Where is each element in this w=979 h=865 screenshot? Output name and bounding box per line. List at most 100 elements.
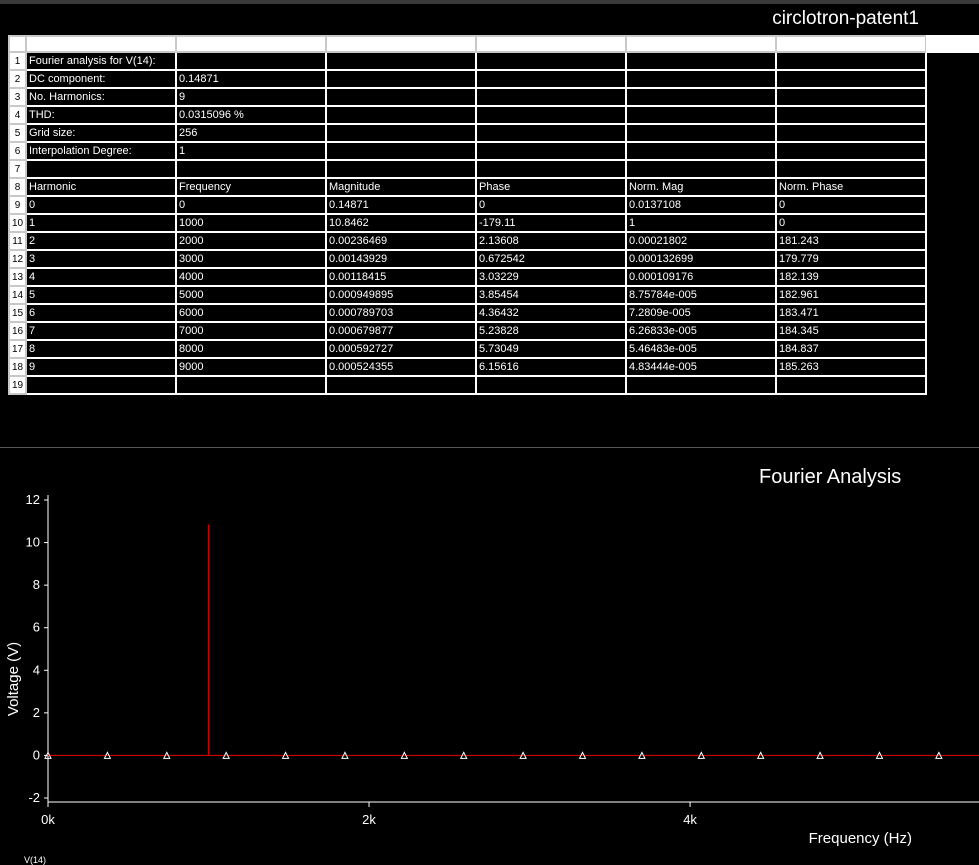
grid-cell[interactable]	[475, 69, 627, 89]
grid-cell[interactable]: 0	[775, 213, 927, 233]
row-number-cell[interactable]: 19	[8, 375, 27, 395]
grid-cell[interactable]: 185.263	[775, 357, 927, 377]
grid-cell[interactable]	[775, 87, 927, 107]
grid-cell[interactable]: 179.779	[775, 249, 927, 269]
grid-cell[interactable]: 0.000679877	[325, 321, 477, 341]
grid-cell[interactable]: Harmonic	[25, 177, 177, 197]
grid-cell[interactable]	[25, 375, 177, 395]
grid-cell[interactable]: 1000	[175, 213, 327, 233]
grid-cell[interactable]	[625, 375, 777, 395]
grid-cell[interactable]: -179.11	[475, 213, 627, 233]
grid-cell[interactable]: Phase	[475, 177, 627, 197]
grid-cell[interactable]	[475, 123, 627, 143]
grid-cell[interactable]: 2	[25, 231, 177, 251]
grid-cell[interactable]	[175, 159, 327, 179]
grid-cell[interactable]	[625, 123, 777, 143]
grid-cell[interactable]	[325, 69, 477, 89]
grid-cell[interactable]	[475, 141, 627, 161]
grid-cell[interactable]: 5.23828	[475, 321, 627, 341]
grid-cell[interactable]	[325, 123, 477, 143]
grid-cell[interactable]: 4	[25, 267, 177, 287]
grid-cell[interactable]	[475, 105, 627, 125]
grid-cell[interactable]: 0.00021802	[625, 231, 777, 251]
grid-cell[interactable]: 182.139	[775, 267, 927, 287]
row-number-cell[interactable]: 9	[8, 195, 27, 215]
grid-cell[interactable]: 6.26833e-005	[625, 321, 777, 341]
row-number-cell[interactable]: 1	[8, 51, 27, 71]
row-number-cell[interactable]: 18	[8, 357, 27, 377]
grid-cell[interactable]	[775, 69, 927, 89]
grid-cell[interactable]: 9000	[175, 357, 327, 377]
grid-cell[interactable]	[325, 159, 477, 179]
grid-cell[interactable]: 7000	[175, 321, 327, 341]
grid-cell[interactable]	[325, 105, 477, 125]
grid-cell[interactable]	[775, 123, 927, 143]
row-number-cell[interactable]: 17	[8, 339, 27, 359]
grid-cell[interactable]	[775, 159, 927, 179]
column-header-cell[interactable]	[625, 35, 777, 53]
fourier-plot[interactable]: -2 0 2 4 6 8 10 12 0k 2k 4k Voltage (V) Frequency…	[0, 488, 979, 848]
grid-cell[interactable]: 8.75784e-005	[625, 285, 777, 305]
grid-cell[interactable]: 5	[25, 285, 177, 305]
grid-cell[interactable]: 4000	[175, 267, 327, 287]
grid-cell[interactable]: THD:	[25, 105, 177, 125]
row-number-cell[interactable]: 5	[8, 123, 27, 143]
row-number-cell[interactable]: 16	[8, 321, 27, 341]
grid-cell[interactable]: 0.14871	[325, 195, 477, 215]
row-number-cell[interactable]: 3	[8, 87, 27, 107]
grid-cell[interactable]	[475, 87, 627, 107]
row-number-cell[interactable]: 2	[8, 69, 27, 89]
grid-cell[interactable]: 3	[25, 249, 177, 269]
grid-cell[interactable]: Fourier analysis for V(14):	[25, 51, 177, 71]
pane-divider[interactable]	[0, 447, 979, 448]
grid-cell[interactable]: 0.00143929	[325, 249, 477, 269]
grid-cell[interactable]: 0.000789703	[325, 303, 477, 323]
grid-cell[interactable]: 0	[775, 195, 927, 215]
grid-cell[interactable]	[775, 141, 927, 161]
grid-cell[interactable]: 0.672542	[475, 249, 627, 269]
grid-cell[interactable]: 5.73049	[475, 339, 627, 359]
grid-cell[interactable]: 8000	[175, 339, 327, 359]
grid-cell[interactable]: 4.83444e-005	[625, 357, 777, 377]
grid-cell[interactable]: 6	[25, 303, 177, 323]
grid-cell[interactable]: 184.837	[775, 339, 927, 359]
grid-cell[interactable]	[775, 51, 927, 71]
grid-cell[interactable]: 0.000109176	[625, 267, 777, 287]
column-header-cell[interactable]	[325, 35, 477, 53]
grid-cell[interactable]: 0	[25, 195, 177, 215]
grid-cell[interactable]	[775, 105, 927, 125]
grid-cell[interactable]	[625, 87, 777, 107]
grid-cell[interactable]: Norm. Phase	[775, 177, 927, 197]
row-number-cell[interactable]: 7	[8, 159, 27, 179]
grid-cell[interactable]	[325, 141, 477, 161]
row-number-cell[interactable]: 14	[8, 285, 27, 305]
grid-cell[interactable]: 256	[175, 123, 327, 143]
grid-cell[interactable]: 1	[25, 213, 177, 233]
grid-cell[interactable]: No. Harmonics:	[25, 87, 177, 107]
grid-cell[interactable]: 1	[175, 141, 327, 161]
grid-cell[interactable]: 2000	[175, 231, 327, 251]
grid-cell[interactable]: 0.000949895	[325, 285, 477, 305]
grid-cell[interactable]	[775, 375, 927, 395]
grid-cell[interactable]	[625, 69, 777, 89]
grid-cell[interactable]	[325, 375, 477, 395]
grid-cell[interactable]: 182.961	[775, 285, 927, 305]
grid-cell[interactable]: Frequency	[175, 177, 327, 197]
column-header-cell[interactable]	[775, 35, 927, 53]
grid-cell[interactable]: 6.15616	[475, 357, 627, 377]
grid-cell[interactable]: 0.0315096 %	[175, 105, 327, 125]
grid-cell[interactable]: 0.0137108	[625, 195, 777, 215]
row-number-cell[interactable]: 11	[8, 231, 27, 251]
grid-cell[interactable]: 5.46483e-005	[625, 339, 777, 359]
grid-cell[interactable]: 3.03229	[475, 267, 627, 287]
row-number-cell[interactable]: 15	[8, 303, 27, 323]
grid-cell[interactable]: Norm. Mag	[625, 177, 777, 197]
grid-cell[interactable]: Interpolation Degree:	[25, 141, 177, 161]
grid-cell[interactable]: 0.00118415	[325, 267, 477, 287]
grid-cell[interactable]	[175, 51, 327, 71]
grid-cell[interactable]: 7	[25, 321, 177, 341]
grid-cell[interactable]: 183.471	[775, 303, 927, 323]
grid-cell[interactable]	[325, 51, 477, 71]
grid-cell[interactable]: 10.8462	[325, 213, 477, 233]
grid-cell[interactable]: Magnitude	[325, 177, 477, 197]
